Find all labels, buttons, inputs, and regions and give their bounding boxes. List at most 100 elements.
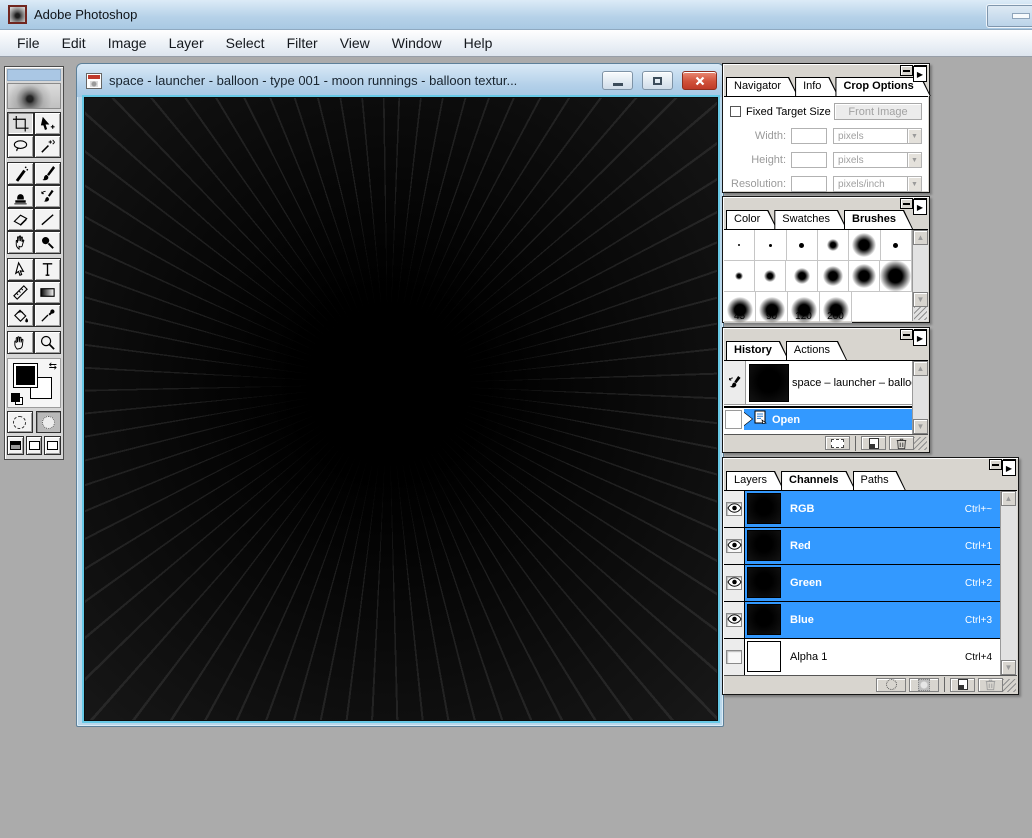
panel-minimize-button[interactable]	[989, 459, 1002, 470]
menu-image[interactable]: Image	[97, 35, 158, 51]
brush-preset[interactable]	[724, 261, 755, 292]
tool-lasso[interactable]	[7, 135, 34, 158]
tool-crop[interactable]	[7, 112, 34, 135]
menu-filter[interactable]: Filter	[276, 35, 329, 51]
tool-move[interactable]	[34, 112, 61, 135]
brush-preset[interactable]: 120	[788, 292, 820, 323]
brush-preset[interactable]	[818, 261, 849, 292]
fixed-target-size-checkbox[interactable]	[730, 106, 741, 117]
channel-row-green[interactable]: GreenCtrl+2	[724, 565, 1000, 602]
delete-state-button[interactable]	[889, 436, 914, 450]
tool-type[interactable]	[34, 258, 61, 281]
panel-minimize-button[interactable]	[900, 65, 913, 76]
tool-direct-select[interactable]	[7, 258, 34, 281]
swap-colors-icon[interactable]: ⇆	[49, 361, 57, 372]
tab-swatches[interactable]: Swatches	[774, 210, 847, 229]
scroll-down-icon[interactable]: ▼	[913, 419, 928, 434]
app-minimize-button[interactable]	[986, 4, 1032, 28]
tool-eraser[interactable]	[7, 208, 34, 231]
channel-row-blue[interactable]: BlueCtrl+3	[724, 602, 1000, 639]
tool-zoom[interactable]	[34, 331, 61, 354]
tab-paths[interactable]: Paths	[853, 471, 906, 490]
tool-gradient[interactable]	[34, 281, 61, 304]
panel-titlebar[interactable]: ×	[723, 64, 929, 77]
panel-menu-button[interactable]: ▶	[1002, 460, 1016, 476]
document-titlebar[interactable]: space - launcher - balloon - type 001 - …	[77, 64, 723, 97]
resize-grip[interactable]	[914, 307, 927, 320]
tool-line[interactable]	[34, 208, 61, 231]
scroll-up-icon[interactable]: ▲	[1001, 491, 1016, 506]
history-state-open[interactable]: Open	[724, 409, 928, 430]
tool-history-brush[interactable]	[34, 185, 61, 208]
resize-grip[interactable]	[914, 437, 927, 450]
brush-preset[interactable]	[724, 230, 755, 261]
tool-paintbrush[interactable]	[34, 162, 61, 185]
tool-magic-wand[interactable]	[34, 135, 61, 158]
menu-window[interactable]: Window	[381, 35, 453, 51]
menu-file[interactable]: File	[6, 35, 51, 51]
panel-titlebar[interactable]: ×	[723, 328, 929, 341]
tab-brushes[interactable]: Brushes	[844, 210, 913, 229]
history-brush-source[interactable]	[724, 361, 746, 404]
brushes-scrollbar[interactable]: ▲ ▼	[912, 230, 928, 321]
resize-grip[interactable]	[1003, 679, 1016, 692]
brush-preset[interactable]	[786, 261, 817, 292]
channel-row-red[interactable]: RedCtrl+1	[724, 528, 1000, 565]
panel-minimize-button[interactable]	[900, 198, 913, 209]
toolbox-titlebar[interactable]	[7, 69, 61, 81]
history-snapshot-row[interactable]: space – launcher – balloon ...	[724, 361, 928, 405]
tab-crop-options[interactable]: Crop Options	[835, 77, 930, 96]
tab-layers[interactable]: Layers	[726, 471, 784, 490]
quick-mask-mode-button[interactable]	[36, 411, 62, 433]
tab-actions[interactable]: Actions	[786, 341, 847, 360]
channel-row-rgb[interactable]: RGBCtrl+~	[724, 491, 1000, 528]
scroll-up-icon[interactable]: ▲	[913, 230, 928, 245]
panel-titlebar[interactable]: ×	[723, 458, 1018, 471]
tool-measure[interactable]	[7, 281, 34, 304]
new-channel-button[interactable]	[950, 678, 975, 692]
tab-color[interactable]: Color	[726, 210, 777, 229]
brush-preset[interactable]	[818, 230, 849, 261]
visibility-toggle[interactable]	[726, 539, 742, 553]
panel-titlebar[interactable]: ×	[723, 197, 929, 210]
brush-preset[interactable]	[880, 261, 912, 292]
brush-preset[interactable]	[849, 230, 880, 261]
visibility-toggle[interactable]	[726, 576, 742, 590]
app-titlebar[interactable]: Adobe Photoshop	[0, 0, 1032, 30]
tab-channels[interactable]: Channels	[781, 471, 856, 490]
fullscreen-menu-button[interactable]	[26, 436, 43, 455]
panel-menu-button[interactable]: ▶	[913, 330, 927, 346]
brush-preset[interactable]	[755, 230, 786, 261]
chevron-down-icon[interactable]: ▼	[907, 153, 921, 167]
brush-preset[interactable]	[755, 261, 786, 292]
menu-select[interactable]: Select	[215, 35, 276, 51]
brush-preset[interactable]: 200	[820, 292, 852, 323]
tool-smudge[interactable]	[7, 231, 34, 254]
save-selection-button[interactable]	[909, 678, 939, 692]
tool-dodge[interactable]	[34, 231, 61, 254]
tool-hand[interactable]	[7, 331, 34, 354]
new-document-from-state-button[interactable]	[825, 436, 850, 450]
tool-eyedropper[interactable]	[34, 304, 61, 327]
history-scrollbar[interactable]: ▲ ▼	[912, 361, 928, 434]
unit-dropdown[interactable]: pixels/inch▼	[833, 176, 922, 192]
visibility-toggle[interactable]	[726, 613, 742, 627]
standard-mode-button[interactable]	[7, 411, 33, 433]
brush-preset[interactable]	[881, 230, 912, 261]
tab-history[interactable]: History	[726, 341, 789, 360]
menu-view[interactable]: View	[329, 35, 381, 51]
document-maximize-button[interactable]	[642, 71, 673, 90]
panel-minimize-button[interactable]	[900, 329, 913, 340]
document-close-button[interactable]	[682, 71, 717, 90]
front-image-button[interactable]: Front Image	[834, 103, 922, 120]
tab-navigator[interactable]: Navigator	[726, 77, 798, 96]
channels-scrollbar[interactable]: ▲ ▼	[1000, 491, 1017, 675]
tool-paint-bucket[interactable]	[7, 304, 34, 327]
fullscreen-button[interactable]	[44, 436, 61, 455]
channel-row-alpha-1[interactable]: Alpha 1Ctrl+4	[724, 639, 1000, 676]
panel-menu-button[interactable]: ▶	[913, 199, 927, 215]
unit-dropdown[interactable]: pixels▼	[833, 152, 922, 168]
height-input[interactable]	[791, 152, 827, 168]
document-minimize-button[interactable]	[602, 71, 633, 90]
default-colors-icon-fg[interactable]	[11, 393, 20, 402]
